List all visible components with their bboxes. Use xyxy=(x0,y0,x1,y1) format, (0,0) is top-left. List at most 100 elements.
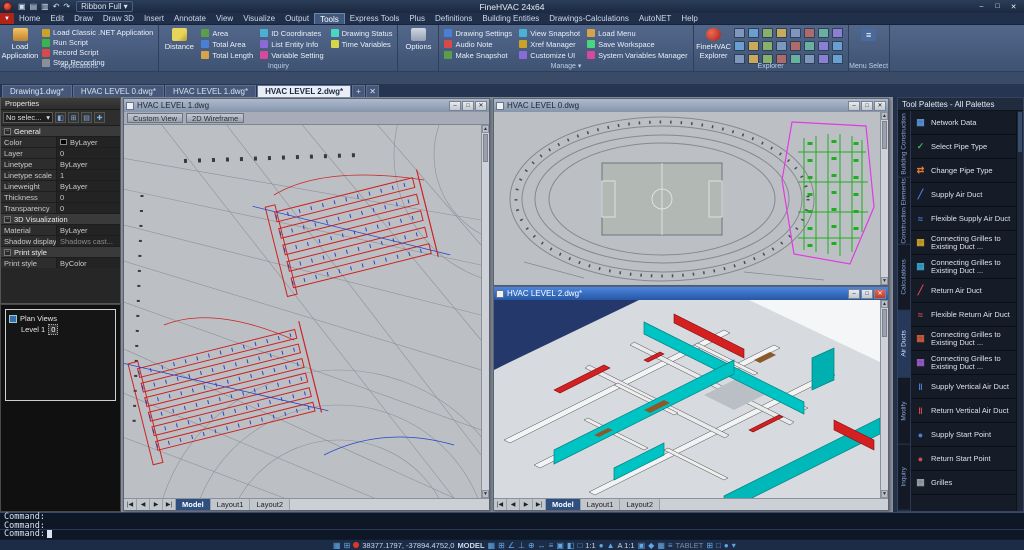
first-layout-icon[interactable]: |◀ xyxy=(494,499,507,510)
explorer-tool-icon[interactable] xyxy=(818,41,829,51)
tab-definitions[interactable]: Definitions xyxy=(430,13,477,24)
last-layout-icon[interactable]: ▶| xyxy=(163,499,176,510)
tab-insert[interactable]: Insert xyxy=(139,13,169,24)
tab-draw3d[interactable]: Draw 3D xyxy=(98,13,139,24)
window-titlebar[interactable]: HVAC LEVEL 2.dwg* – □ ✕ xyxy=(494,287,888,300)
annotation-scale[interactable]: A 1:1 xyxy=(617,541,634,550)
customization-menu-icon[interactable]: ▾ xyxy=(732,540,736,550)
load-application-button[interactable]: Load Application xyxy=(3,27,37,62)
explorer-tool-icon[interactable] xyxy=(832,41,843,51)
load-classic-net-application-button[interactable]: Load Classic .NET Application xyxy=(40,28,155,37)
property-row[interactable]: Color ByLayer xyxy=(1,136,120,147)
tab-visualize[interactable]: Visualize xyxy=(238,13,280,24)
model-tab[interactable]: Model xyxy=(546,499,581,510)
cursor-coordinates[interactable]: 38377.1797, -37894.4752,0 xyxy=(362,541,454,550)
explorer-tool-icon[interactable] xyxy=(776,41,787,51)
window-maximize-button[interactable]: □ xyxy=(861,101,873,111)
window-titlebar[interactable]: HVAC LEVEL 0.dwg – □ ✕ xyxy=(494,99,888,112)
tab-home[interactable]: Home xyxy=(14,13,45,24)
window-close-button[interactable]: ✕ xyxy=(874,289,886,299)
window-minimize-button[interactable]: – xyxy=(848,289,860,299)
plan-views-root[interactable]: Plan Views xyxy=(9,313,112,324)
palette-item-supply-vertical-air-duct[interactable]: ‖Supply Vertical Air Duct xyxy=(911,375,1016,399)
palette-item-return-start-point[interactable]: ●Return Start Point xyxy=(911,447,1016,471)
new-document-tab-button[interactable]: + xyxy=(352,85,365,97)
polar-tracking-icon[interactable]: ∠ xyxy=(508,540,515,550)
window-close-button[interactable]: ✕ xyxy=(874,101,886,111)
explorer-tool-icon[interactable] xyxy=(776,28,787,38)
explorer-tool-icon[interactable] xyxy=(790,28,801,38)
palette-item-connecting-grilles-2[interactable]: ▦Connecting Grilles to Existing Duct ... xyxy=(911,255,1016,279)
autoscale-icon[interactable]: ▲ xyxy=(607,540,615,550)
viewport-scale[interactable]: 1:1 xyxy=(585,541,595,550)
tab-building-entities[interactable]: Building Entities xyxy=(477,13,544,24)
tab-view[interactable]: View xyxy=(211,13,238,24)
window-minimize-button[interactable]: – xyxy=(848,101,860,111)
grid-display-icon[interactable]: ▦ xyxy=(488,540,496,550)
properties-section-general[interactable]: − General xyxy=(1,125,120,136)
palette-tab-building-construction[interactable]: Building Construction xyxy=(898,111,910,178)
first-layout-icon[interactable]: |◀ xyxy=(124,499,137,510)
model-space-button[interactable]: MODEL xyxy=(457,541,484,550)
make-snapshot-button[interactable]: Make Snapshot xyxy=(442,50,514,60)
window-maximize-button[interactable]: □ xyxy=(462,101,474,111)
new-file-icon[interactable]: ▣ xyxy=(18,0,26,13)
layout1-tab[interactable]: Layout1 xyxy=(211,499,251,510)
explorer-tool-icon[interactable] xyxy=(734,28,745,38)
doc-tab-hvac-level-1[interactable]: HVAC LEVEL 1.dwg* xyxy=(165,85,256,97)
palette-tab-inquiry[interactable]: Inquiry xyxy=(898,444,910,511)
xref-manager-button[interactable]: Xref Manager xyxy=(517,39,582,49)
doc-tab-drawing1[interactable]: Drawing1.dwg* xyxy=(2,85,72,97)
undo-icon[interactable]: ↶ xyxy=(53,0,60,13)
next-layout-icon[interactable]: ▶ xyxy=(520,499,533,510)
tab-output[interactable]: Output xyxy=(280,13,314,24)
tab-draw[interactable]: Draw xyxy=(69,13,98,24)
model-tab[interactable]: Model xyxy=(176,499,211,510)
finehvac-explorer-button[interactable]: FineHVAC Explorer xyxy=(697,27,731,62)
property-row[interactable]: Print style ByColor xyxy=(1,257,120,268)
quick-select-icon[interactable]: ▤ xyxy=(81,112,92,123)
graphics-performance-icon[interactable]: ● xyxy=(724,540,729,550)
load-menu-button[interactable]: Load Menu xyxy=(585,28,689,38)
palette-item-change-pipe-type[interactable]: ⇄Change Pipe Type xyxy=(911,159,1016,183)
total-length-button[interactable]: Total Length xyxy=(199,50,255,60)
palette-item-flexible-supply-air-duct[interactable]: ≈Flexible Supply Air Duct xyxy=(911,207,1016,231)
annotation-monitor-icon[interactable]: ◆ xyxy=(648,540,654,550)
print-icon[interactable]: ▥ xyxy=(41,0,49,13)
plan-views-level-item[interactable]: Level 1 0 xyxy=(21,324,112,335)
explorer-tool-icon[interactable] xyxy=(804,28,815,38)
distance-button[interactable]: Distance xyxy=(162,27,196,62)
doc-tab-hvac-level-0[interactable]: HVAC LEVEL 0.dwg* xyxy=(73,85,164,97)
tab-drawings-calculations[interactable]: Drawings-Calculations xyxy=(544,13,634,24)
object-snap-icon[interactable]: ⊕ xyxy=(528,540,535,550)
next-layout-icon[interactable]: ▶ xyxy=(150,499,163,510)
palette-scrollbar[interactable] xyxy=(1016,111,1023,511)
properties-panel-title[interactable]: Properties xyxy=(1,98,120,110)
property-row[interactable]: Linetype scale 1 xyxy=(1,169,120,180)
palette-item-network-data[interactable]: ▦Network Data xyxy=(911,111,1016,135)
units-icon[interactable]: ▦ xyxy=(657,540,665,550)
customize-ui-button[interactable]: Customize UI xyxy=(517,50,582,60)
property-row[interactable]: Shadow display Shadows cast... xyxy=(1,235,120,246)
property-row[interactable]: Material ByLayer xyxy=(1,224,120,235)
explorer-tool-icon[interactable] xyxy=(734,41,745,51)
palette-item-flexible-return-air-duct[interactable]: ≈Flexible Return Air Duct xyxy=(911,303,1016,327)
select-objects-icon[interactable]: ⊞ xyxy=(68,112,79,123)
explorer-tool-icon[interactable] xyxy=(762,28,773,38)
palette-tab-modify[interactable]: Modify xyxy=(898,378,910,445)
run-script-button[interactable]: Run Script xyxy=(40,38,155,47)
tablet-toggle[interactable]: TABLET xyxy=(676,541,704,550)
time-variables-button[interactable]: Time Variables xyxy=(329,39,395,49)
selection-cycling-icon[interactable]: ◧ xyxy=(567,540,575,550)
snap-toggle-icon[interactable]: ⊞ xyxy=(344,540,351,550)
list-entity-info-button[interactable]: List Entity Info xyxy=(258,39,325,49)
explorer-tool-icon[interactable] xyxy=(832,28,843,38)
group-label-manage[interactable]: Manage ▾ xyxy=(439,62,692,71)
id-coordinates-button[interactable]: ID Coordinates xyxy=(258,28,325,38)
palette-item-supply-air-duct[interactable]: ╱Supply Air Duct xyxy=(911,183,1016,207)
lock-ui-icon[interactable]: ⊞ xyxy=(706,540,713,550)
explorer-tool-icon[interactable] xyxy=(762,41,773,51)
save-workspace-button[interactable]: Save Workspace xyxy=(585,39,689,49)
grid-toggle-icon[interactable]: ▦ xyxy=(333,540,341,550)
drawing-canvas-level-2[interactable] xyxy=(494,300,880,498)
